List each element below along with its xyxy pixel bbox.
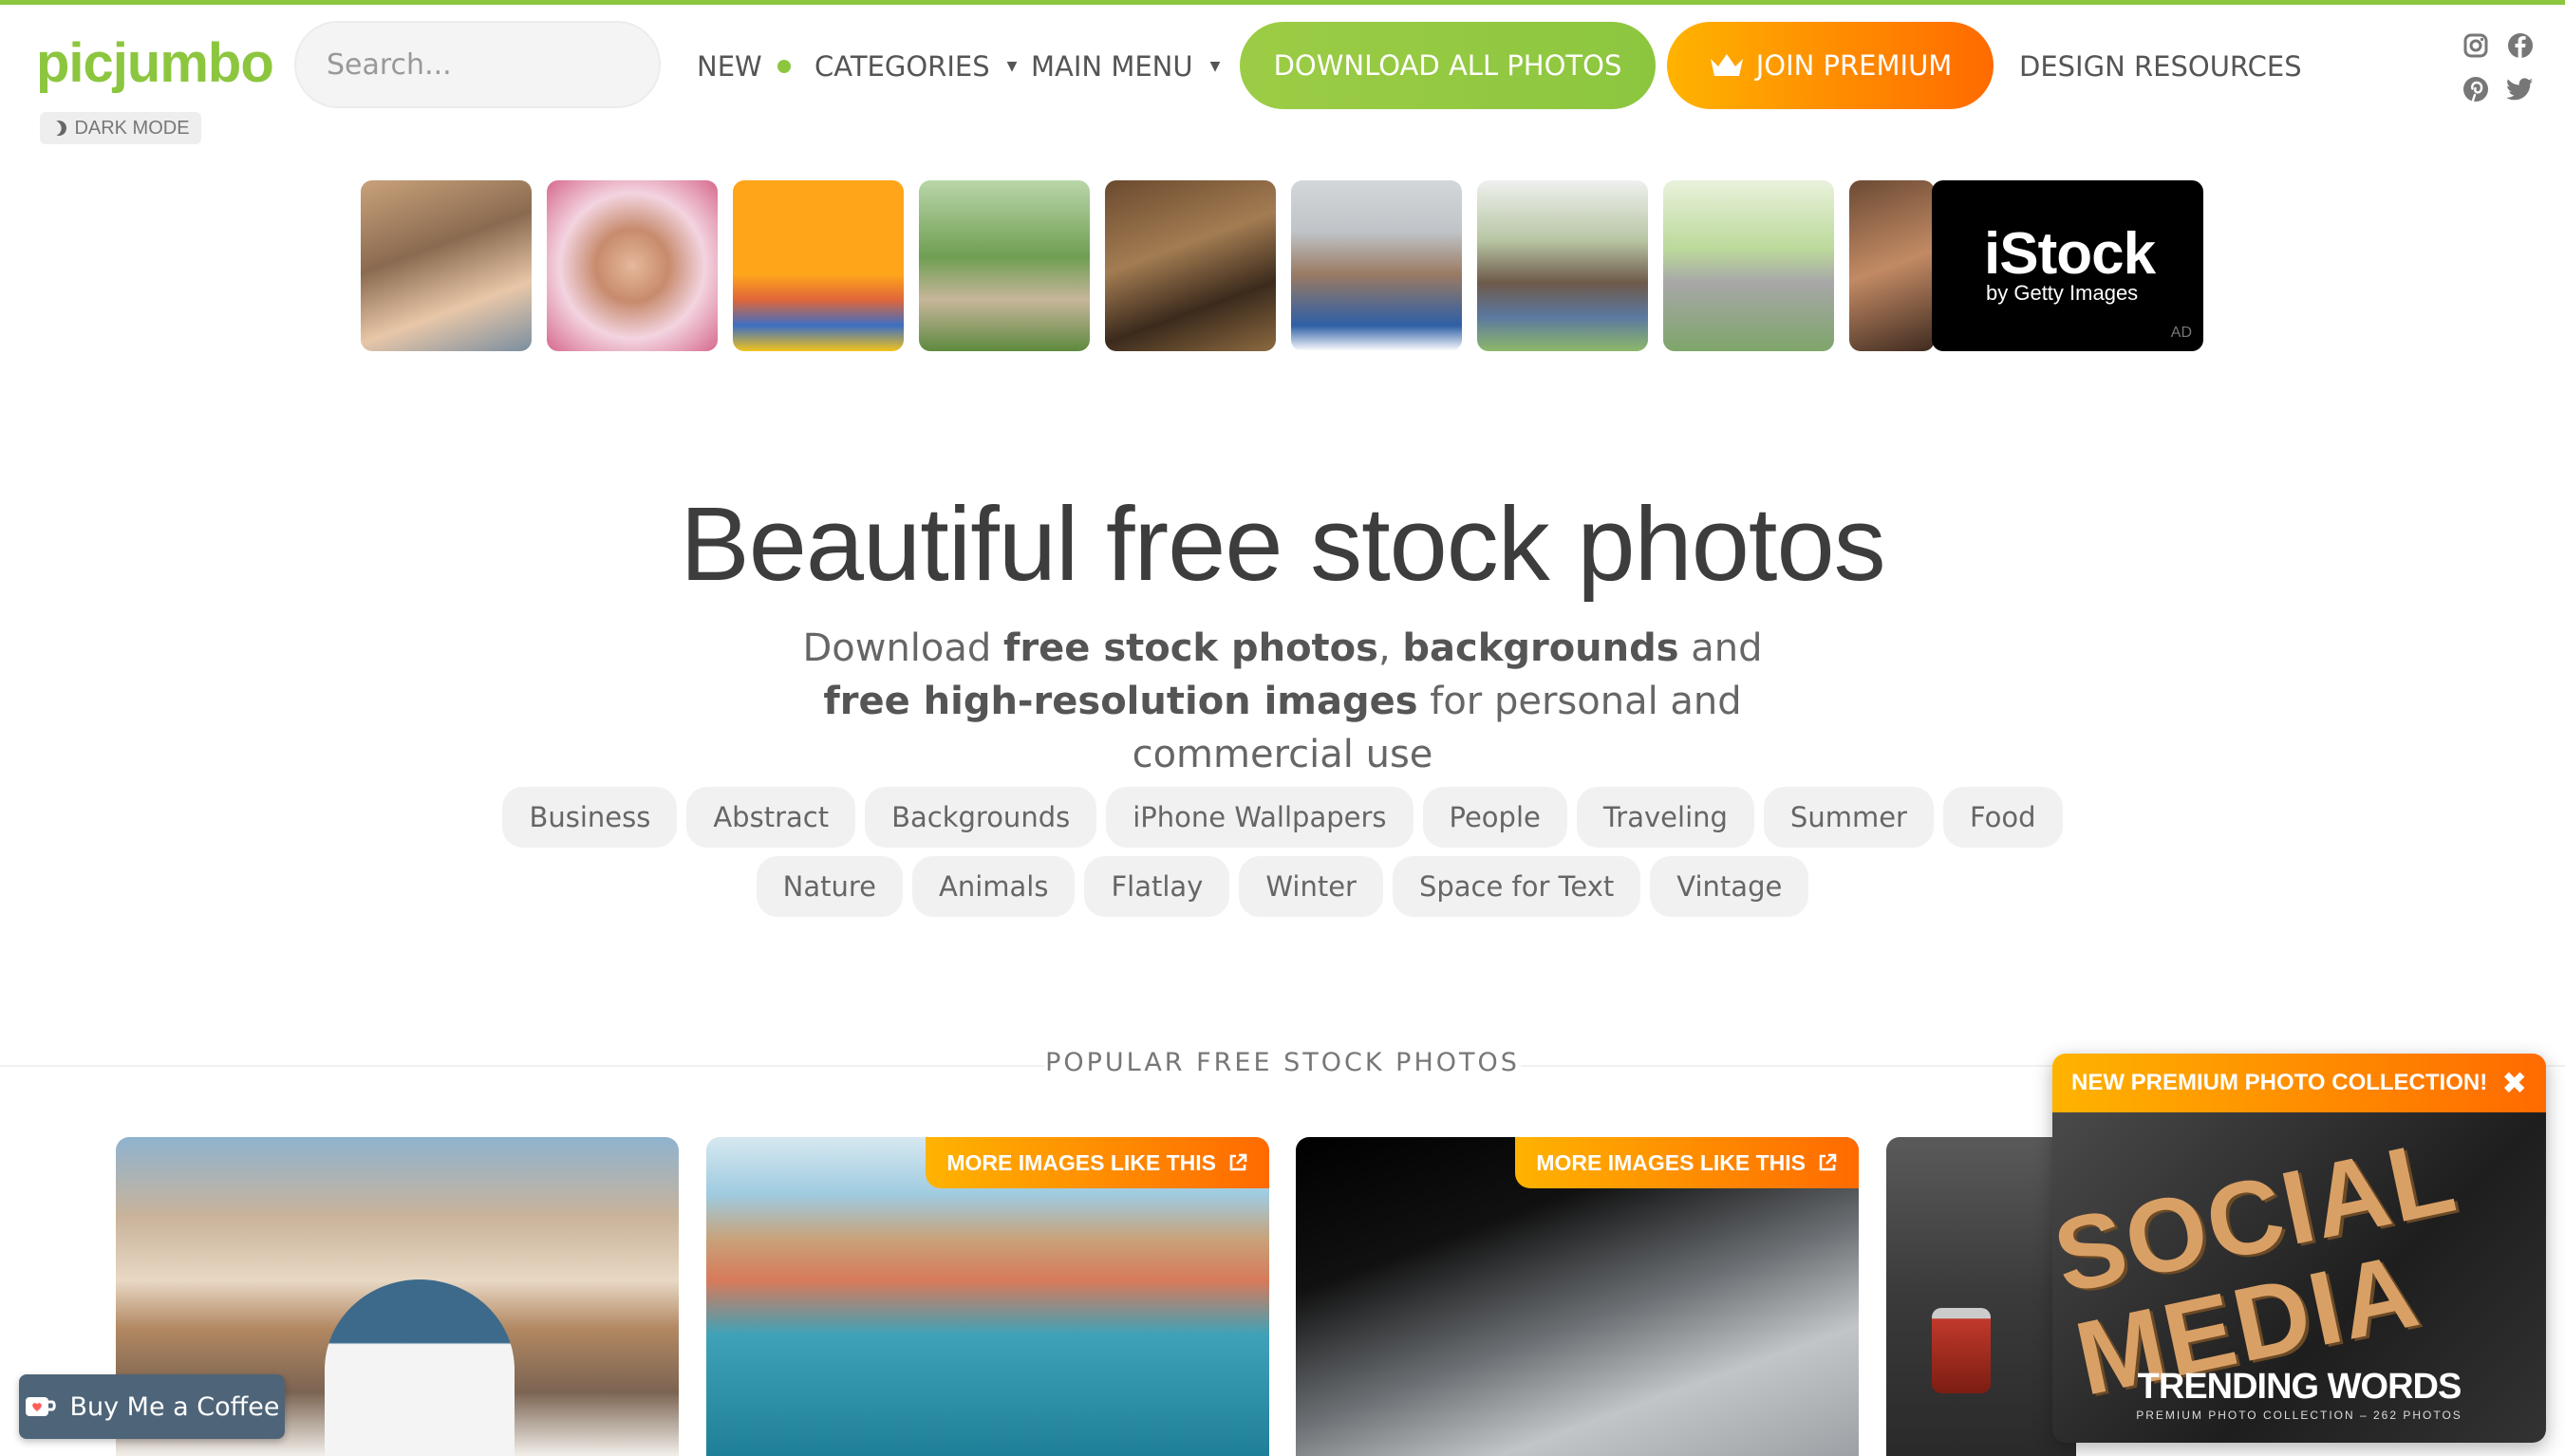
photo-harbor-woman bbox=[325, 1279, 515, 1456]
tag-abstract[interactable]: Abstract bbox=[686, 787, 856, 848]
tag-summer[interactable]: Summer bbox=[1763, 787, 1934, 848]
ad-photo-thumb[interactable] bbox=[361, 180, 532, 351]
nav-new-label: NEW bbox=[697, 50, 762, 83]
external-link-icon bbox=[1229, 1153, 1247, 1171]
ad-photo-thumb[interactable] bbox=[1477, 180, 1648, 351]
istock-ad-banner[interactable]: iStock by Getty Images AD bbox=[1932, 180, 2203, 351]
nav-design-resources[interactable]: DESIGN RESOURCES bbox=[2019, 47, 2302, 85]
search-box[interactable] bbox=[294, 21, 683, 108]
nav-categories-label: CATEGORIES bbox=[814, 50, 990, 83]
promo-title: TRENDING WORDS bbox=[2137, 1367, 2462, 1407]
instagram-icon[interactable] bbox=[2462, 32, 2489, 59]
popup-header-label: NEW PREMIUM PHOTO COLLECTION! bbox=[2071, 1070, 2488, 1095]
top-accent-line bbox=[0, 0, 2565, 5]
ad-photo-thumb[interactable] bbox=[1849, 180, 1935, 351]
photo-spice-jar bbox=[1932, 1308, 1991, 1393]
istock-logo: iStock bbox=[1984, 221, 2156, 287]
more-images-button[interactable]: MORE IMAGES LIKE THIS bbox=[926, 1137, 1269, 1188]
twitter-icon[interactable] bbox=[2507, 76, 2534, 103]
nav-main-menu-label: MAIN MENU bbox=[1031, 50, 1193, 83]
tag-flatlay[interactable]: Flatlay bbox=[1084, 856, 1230, 917]
download-all-photos-button[interactable]: DOWNLOAD ALL PHOTOS bbox=[1240, 22, 1656, 109]
ad-photo-thumb[interactable] bbox=[733, 180, 904, 351]
premium-collection-popup[interactable]: NEW PREMIUM PHOTO COLLECTION! ✖ SOCIAL M… bbox=[2052, 1054, 2546, 1443]
hero-sub-bold: backgrounds bbox=[1402, 626, 1679, 670]
photo-card-laptop-keyboard[interactable]: MORE IMAGES LIKE THIS bbox=[1296, 1137, 1859, 1456]
category-tags-row-1: Business Abstract Backgrounds iPhone Wal… bbox=[0, 787, 2565, 848]
join-premium-label: JOIN PREMIUM bbox=[1755, 49, 1953, 82]
hero-sub-text: Download bbox=[802, 626, 1003, 670]
tag-traveling[interactable]: Traveling bbox=[1576, 787, 1754, 848]
tag-nature[interactable]: Nature bbox=[756, 856, 903, 917]
buy-me-a-coffee-button[interactable]: Buy Me a Coffee bbox=[19, 1374, 285, 1439]
ad-photo-thumb[interactable] bbox=[1663, 180, 1834, 351]
moon-icon bbox=[49, 119, 69, 139]
nav-main-menu[interactable]: MAIN MENU ▼ bbox=[1031, 47, 1220, 85]
site-logo[interactable]: picjumbo bbox=[36, 30, 274, 97]
coffee-cup-icon bbox=[26, 1397, 57, 1416]
more-images-button[interactable]: MORE IMAGES LIKE THIS bbox=[1515, 1137, 1859, 1188]
promo-subtitle: PREMIUM PHOTO COLLECTION – 262 PHOTOS bbox=[2136, 1409, 2462, 1422]
photo-card-spice-jars[interactable] bbox=[1886, 1137, 2076, 1456]
tag-winter[interactable]: Winter bbox=[1239, 856, 1383, 917]
download-all-label: DOWNLOAD ALL PHOTOS bbox=[1273, 49, 1622, 82]
facebook-icon[interactable] bbox=[2507, 32, 2534, 59]
buy-coffee-label: Buy Me a Coffee bbox=[69, 1391, 280, 1422]
tag-iphone-wallpapers[interactable]: iPhone Wallpapers bbox=[1106, 787, 1414, 848]
category-tags-row-2: Nature Animals Flatlay Winter Space for … bbox=[0, 856, 2565, 917]
ad-photo-thumb[interactable] bbox=[1291, 180, 1462, 351]
caret-down-icon: ▼ bbox=[1209, 59, 1221, 74]
more-images-label: MORE IMAGES LIKE THIS bbox=[1536, 1149, 1806, 1175]
caret-down-icon: ▼ bbox=[1006, 59, 1018, 74]
hero-title: Beautiful free stock photos bbox=[680, 486, 1885, 603]
nav-design-resources-label: DESIGN RESOURCES bbox=[2019, 50, 2302, 83]
nav-categories[interactable]: CATEGORIES ▼ bbox=[814, 47, 1017, 85]
popup-header: NEW PREMIUM PHOTO COLLECTION! ✖ bbox=[2052, 1054, 2546, 1112]
hero-subtitle: Download free stock photos, backgrounds … bbox=[759, 622, 1806, 781]
tag-people[interactable]: People bbox=[1422, 787, 1567, 848]
photo-card-coastal-village[interactable]: MORE IMAGES LIKE THIS bbox=[706, 1137, 1269, 1456]
search-input[interactable] bbox=[325, 47, 683, 83]
tag-space-for-text[interactable]: Space for Text bbox=[1392, 856, 1641, 917]
pinterest-icon[interactable] bbox=[2462, 76, 2489, 103]
hero-sub-text: , bbox=[1377, 626, 1403, 670]
join-premium-button[interactable]: JOIN PREMIUM bbox=[1667, 22, 1994, 109]
more-images-label: MORE IMAGES LIKE THIS bbox=[946, 1149, 1216, 1175]
tag-animals[interactable]: Animals bbox=[912, 856, 1076, 917]
nav-new[interactable]: NEW bbox=[697, 47, 791, 85]
ad-thumbnail-strip[interactable] bbox=[361, 180, 1935, 351]
istock-sub: by Getty Images bbox=[1986, 281, 2139, 305]
dark-mode-label: DARK MODE bbox=[74, 117, 190, 139]
popup-promo-image[interactable]: SOCIAL MEDIA TRENDING WORDS PREMIUM PHOT… bbox=[2052, 1112, 2546, 1443]
new-indicator-dot bbox=[777, 60, 791, 73]
dark-mode-toggle[interactable]: DARK MODE bbox=[40, 112, 201, 144]
ad-photo-thumb[interactable] bbox=[547, 180, 718, 351]
ad-badge: AD bbox=[2170, 325, 2192, 341]
external-link-icon bbox=[1819, 1153, 1837, 1171]
crown-icon bbox=[1710, 54, 1743, 76]
ad-photo-thumb[interactable] bbox=[1105, 180, 1276, 351]
tag-business[interactable]: Business bbox=[502, 787, 678, 848]
close-icon[interactable]: ✖ bbox=[2501, 1065, 2527, 1101]
hero-sub-text: and bbox=[1678, 626, 1763, 670]
ad-photo-thumb[interactable] bbox=[919, 180, 1090, 351]
hero-sub-bold: free high-resolution images bbox=[823, 680, 1418, 723]
tag-food[interactable]: Food bbox=[1942, 787, 2063, 848]
section-heading-popular: POPULAR FREE STOCK PHOTOS bbox=[1044, 1048, 1521, 1077]
tag-vintage[interactable]: Vintage bbox=[1650, 856, 1809, 917]
hero-sub-bold: free stock photos bbox=[1003, 626, 1378, 670]
tag-backgrounds[interactable]: Backgrounds bbox=[865, 787, 1097, 848]
